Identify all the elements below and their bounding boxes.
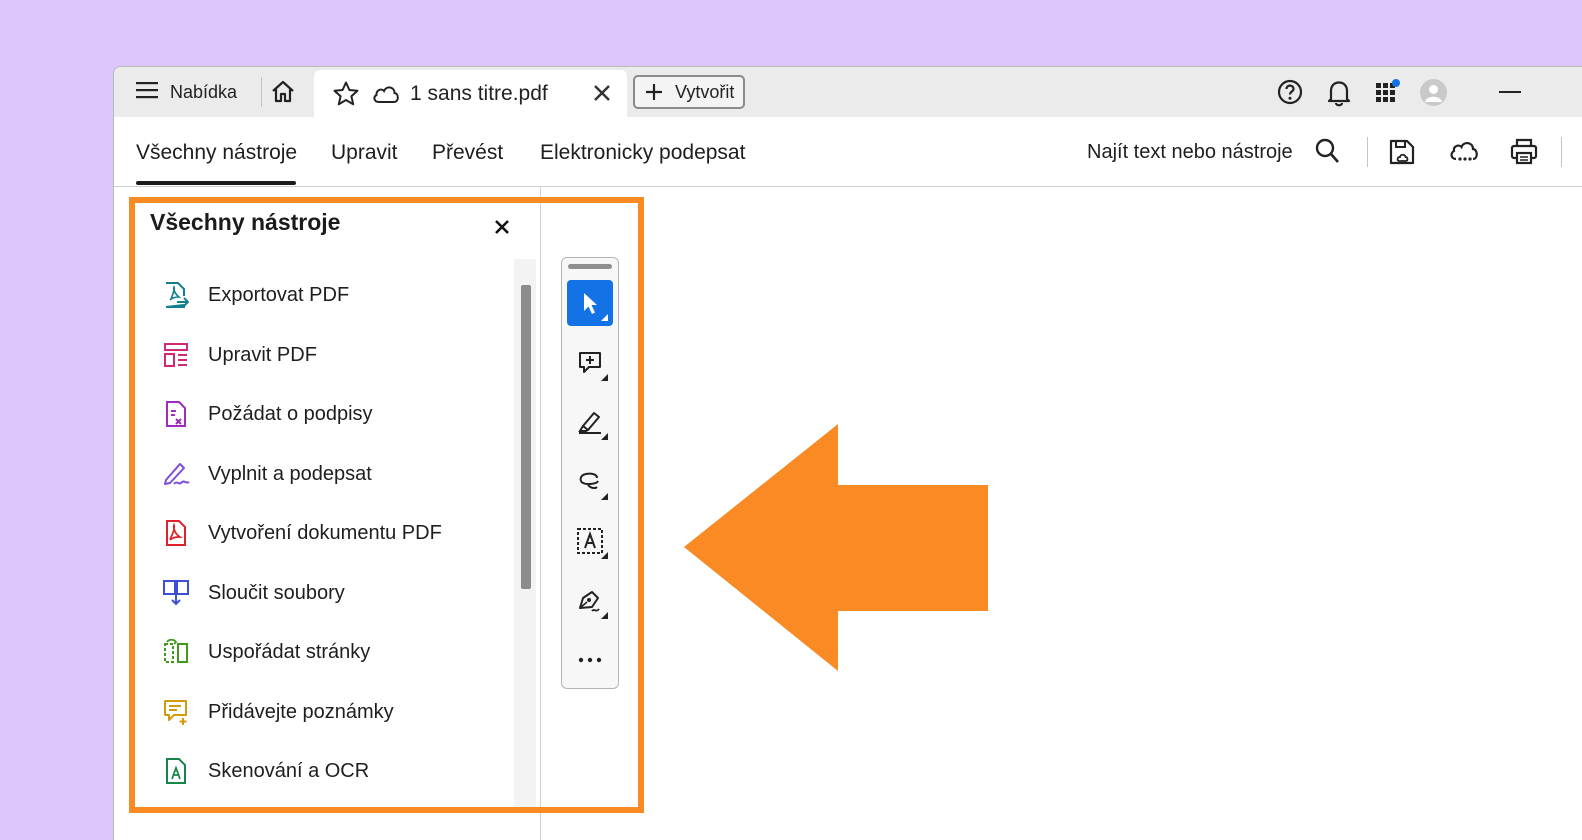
tool-request-signatures[interactable]: Požádat o podpisy	[162, 394, 502, 434]
tab-convert[interactable]: Převést	[432, 141, 503, 165]
text-select-icon	[577, 528, 603, 554]
select-cursor-icon	[584, 293, 597, 314]
scan-ocr-icon	[162, 757, 190, 785]
help-icon[interactable]	[1277, 79, 1303, 110]
tool-organize-pages[interactable]: Uspořádat stránky	[162, 632, 502, 672]
home-button[interactable]	[270, 79, 296, 105]
add-comment-icon	[579, 352, 601, 373]
sign-pen-icon	[579, 591, 600, 612]
save-icon[interactable]	[1387, 137, 1417, 172]
organize-pages-icon	[162, 638, 190, 666]
create-pdf-icon	[162, 519, 190, 547]
divider	[1561, 137, 1562, 167]
tool-create-pdf[interactable]: Vytvoření dokumentu PDF	[162, 513, 502, 553]
tab-title: 1 sans titre.pdf	[410, 82, 548, 105]
tool-label: Vyplnit a podepsat	[208, 462, 372, 485]
tool-fill-sign[interactable]: Vyplnit a podepsat	[162, 454, 502, 494]
menu-label: Nabídka	[170, 81, 238, 102]
drag-handle[interactable]	[568, 264, 612, 269]
tool-scan-ocr[interactable]: Skenování a OCR	[162, 751, 502, 791]
more-icon	[578, 657, 602, 663]
panel-title: Všechny nástroje	[150, 209, 341, 235]
avatar[interactable]	[1420, 79, 1447, 106]
search-icon[interactable]	[1314, 137, 1340, 170]
tool-label: Přidávejte poznámky	[208, 700, 394, 723]
highlight-tool-button[interactable]	[567, 399, 613, 445]
apps-grid-icon[interactable]	[1374, 79, 1402, 112]
tool-label: Vytvoření dokumentu PDF	[208, 521, 442, 544]
bell-icon[interactable]	[1326, 79, 1352, 112]
tab-all-tools[interactable]: Všechny nástroje	[136, 141, 297, 165]
close-tab-icon[interactable]	[592, 83, 612, 108]
minimize-button[interactable]	[1499, 91, 1521, 93]
divider	[261, 77, 262, 107]
home-icon	[272, 80, 294, 103]
edit-pdf-icon	[162, 341, 190, 369]
cloud-upload-icon[interactable]	[1448, 137, 1480, 172]
tab-e-sign[interactable]: Elektronicky podepsat	[540, 141, 745, 165]
text-tool-button[interactable]	[567, 518, 613, 564]
title-bar: Nabídka 1 sans titre.pdf Vytvořit	[114, 67, 1582, 117]
menu-button[interactable]: Nabídka	[136, 79, 237, 105]
create-label: Vytvořit	[675, 81, 735, 102]
create-button[interactable]: Vytvořit	[633, 75, 745, 109]
document-tab[interactable]: 1 sans titre.pdf	[314, 70, 627, 117]
draw-lasso-icon	[579, 472, 599, 489]
fill-sign-icon	[162, 460, 190, 488]
star-icon[interactable]	[332, 80, 360, 113]
search-tools-label[interactable]: Najít text nebo nástroje	[1087, 141, 1293, 164]
tab-edit[interactable]: Upravit	[331, 141, 398, 165]
tool-label: Uspořádat stránky	[208, 640, 371, 663]
draw-tool-button[interactable]	[567, 459, 613, 505]
add-comments-icon	[162, 698, 190, 726]
sign-tool-button[interactable]	[567, 578, 613, 624]
combine-files-icon	[162, 579, 190, 607]
tool-label: Sloučit soubory	[208, 581, 345, 604]
highlight-pen-icon	[578, 412, 601, 434]
main-toolbar: Všechny nástroje Upravit Převést Elektro…	[114, 117, 1582, 187]
plus-icon	[646, 84, 662, 100]
select-tool-button[interactable]	[567, 280, 613, 326]
tool-edit-pdf[interactable]: Upravit PDF	[162, 335, 502, 375]
cloud-icon	[372, 84, 400, 109]
more-tools-button[interactable]	[567, 637, 613, 683]
request-signatures-icon	[162, 400, 190, 428]
tool-label: Skenování a OCR	[208, 759, 370, 782]
close-panel-icon[interactable]	[494, 219, 510, 240]
scrollbar-thumb[interactable]	[521, 285, 531, 589]
add-comment-tool-button[interactable]	[567, 340, 613, 386]
tool-label: Upravit PDF	[208, 343, 317, 366]
tool-export-pdf[interactable]: Exportovat PDF	[162, 275, 502, 315]
pointer-arrow	[684, 424, 988, 671]
tool-add-comments[interactable]: Přidávejte poznámky	[162, 692, 502, 732]
divider	[1367, 137, 1368, 167]
quick-tools-bar	[561, 257, 619, 689]
tool-label: Exportovat PDF	[208, 283, 350, 306]
export-pdf-icon	[162, 281, 190, 309]
print-icon[interactable]	[1509, 137, 1539, 172]
tool-combine-files[interactable]: Sloučit soubory	[162, 573, 502, 613]
active-tab-indicator	[136, 181, 296, 185]
tool-label: Požádat o podpisy	[208, 402, 373, 425]
hamburger-icon	[136, 81, 158, 104]
all-tools-panel: Všechny nástroje Exportovat PDF Upravit …	[114, 187, 541, 840]
